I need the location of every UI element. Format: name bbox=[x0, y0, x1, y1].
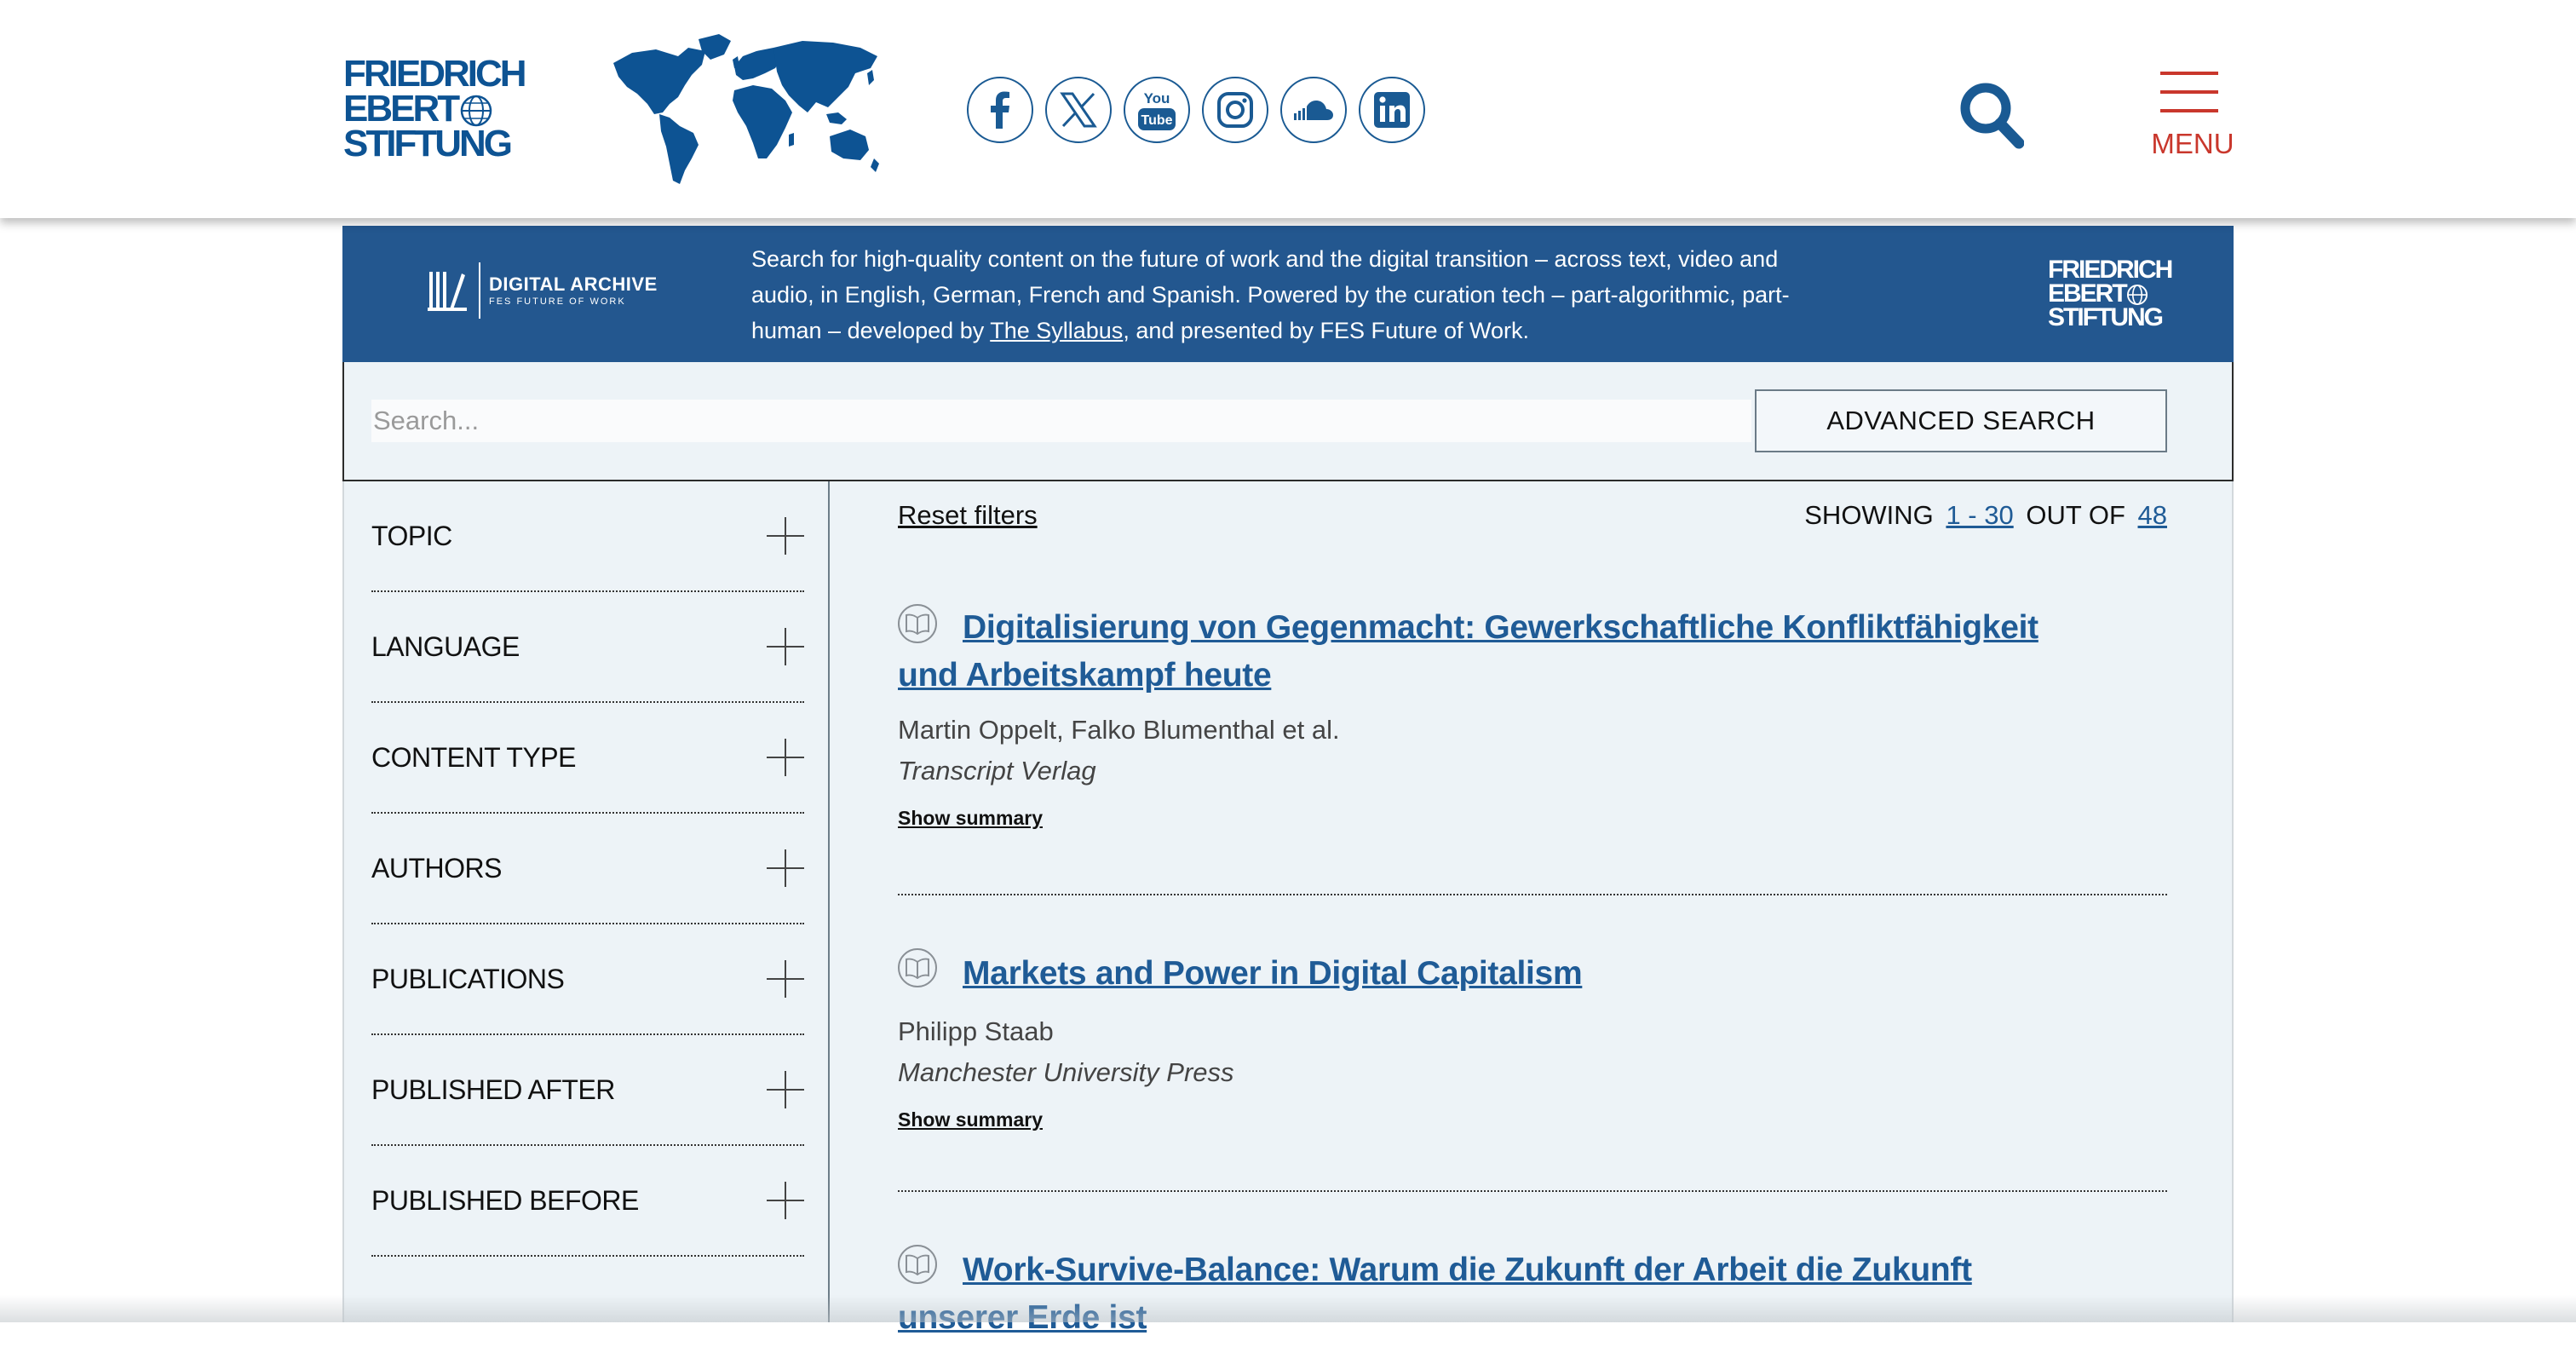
result-publisher: Manchester University Press bbox=[898, 1057, 1234, 1087]
search-input[interactable] bbox=[371, 400, 1751, 442]
world-map-icon[interactable] bbox=[607, 31, 883, 187]
facebook-icon[interactable] bbox=[967, 77, 1033, 143]
result-publisher: Transcript Verlag bbox=[898, 756, 1096, 786]
facet-label: CONTENT TYPE bbox=[371, 742, 576, 773]
filter-sidebar: TOPIC LANGUAGE CONTENT TYPE AUTHORS PUBL… bbox=[344, 481, 830, 1322]
youtube-icon[interactable]: You Tube bbox=[1124, 77, 1190, 143]
reset-filters-link[interactable]: Reset filters bbox=[898, 500, 1038, 531]
showing-label: SHOWING bbox=[1804, 500, 1934, 530]
soundcloud-icon[interactable] bbox=[1280, 77, 1347, 143]
youtube-text-top: You bbox=[1144, 90, 1170, 106]
results-range-link[interactable]: 1 - 30 bbox=[1946, 500, 2013, 530]
plus-icon[interactable] bbox=[767, 960, 804, 998]
result-authors: Martin Oppelt, Falko Blumenthal et al. bbox=[898, 715, 1340, 745]
site-header: FRIEDRICH EBERT STIFTUNG You Tube MENU bbox=[0, 0, 2576, 218]
facet-published-before[interactable]: PUBLISHED BEFORE bbox=[371, 1146, 804, 1257]
menu-label: MENU bbox=[2151, 128, 2234, 159]
search-icon[interactable] bbox=[1959, 82, 2025, 150]
result-title-link[interactable]: Markets and Power in Digital Capitalism bbox=[898, 950, 2039, 998]
digital-archive-logo[interactable]: DIGITAL ARCHIVE FES FUTURE OF WORK bbox=[428, 262, 658, 319]
result-title-link[interactable]: Digitalisierung von Gegenmacht: Gewerksc… bbox=[898, 604, 2039, 699]
plus-icon[interactable] bbox=[767, 517, 804, 555]
x-icon[interactable] bbox=[1045, 77, 1112, 143]
out-of-label: OUT OF bbox=[2026, 500, 2125, 530]
results-list: Reset filters SHOWING 1 - 30 OUT OF 48 D… bbox=[898, 481, 2167, 1336]
result-item: Digitalisierung von Gegenmacht: Gewerksc… bbox=[898, 604, 2167, 895]
archive-subtitle: FES FUTURE OF WORK bbox=[489, 296, 626, 307]
banner-logo-line-3: STIFTUNG bbox=[2048, 303, 2164, 332]
facet-topic[interactable]: TOPIC bbox=[371, 481, 804, 592]
facet-content-type[interactable]: CONTENT TYPE bbox=[371, 703, 804, 814]
banner-logo-line-1: FRIEDRICH bbox=[2048, 256, 2173, 284]
result-authors: Philipp Staab bbox=[898, 1016, 1054, 1046]
advanced-search-button[interactable]: ADVANCED SEARCH bbox=[1755, 389, 2167, 452]
facet-label: TOPIC bbox=[371, 521, 452, 551]
banner-fes-logo[interactable]: FRIEDRICH EBERT STIFTUNG bbox=[2048, 256, 2173, 332]
banner-text-after: , and presented by FES Future of Work. bbox=[1123, 318, 1530, 343]
fes-logo-line-3: STIFTUNG bbox=[343, 123, 513, 164]
search-bar: ADVANCED SEARCH bbox=[342, 362, 2234, 481]
facet-publications[interactable]: PUBLICATIONS bbox=[371, 924, 804, 1035]
plus-icon[interactable] bbox=[767, 1071, 804, 1108]
facet-authors[interactable]: AUTHORS bbox=[371, 814, 804, 924]
fes-logo-line-1: FRIEDRICH bbox=[343, 53, 527, 95]
facet-language[interactable]: LANGUAGE bbox=[371, 592, 804, 703]
facet-label: PUBLISHED BEFORE bbox=[371, 1185, 639, 1216]
social-links: You Tube bbox=[967, 77, 1425, 143]
menu-button[interactable]: MENU bbox=[2150, 72, 2235, 165]
show-summary-link[interactable]: Show summary bbox=[898, 807, 1043, 830]
archive-title: DIGITAL ARCHIVE bbox=[489, 273, 658, 295]
facet-label: PUBLISHED AFTER bbox=[371, 1074, 615, 1105]
archive-main: TOPIC LANGUAGE CONTENT TYPE AUTHORS PUBL… bbox=[342, 481, 2234, 1336]
plus-icon[interactable] bbox=[767, 628, 804, 665]
results-count: SHOWING 1 - 30 OUT OF 48 bbox=[1804, 500, 2167, 531]
plus-icon[interactable] bbox=[767, 739, 804, 776]
facet-published-after[interactable]: PUBLISHED AFTER bbox=[371, 1035, 804, 1146]
result-title-link[interactable]: Work-Survive-Balance: Warum die Zukunft … bbox=[898, 1246, 2039, 1342]
facet-label: AUTHORS bbox=[371, 853, 502, 884]
plus-icon[interactable] bbox=[767, 1182, 804, 1219]
library-books-icon bbox=[428, 272, 467, 311]
fes-logo[interactable]: FRIEDRICH EBERT STIFTUNG bbox=[343, 53, 527, 164]
results-total-link[interactable]: 48 bbox=[2138, 500, 2167, 530]
instagram-icon[interactable] bbox=[1202, 77, 1268, 143]
result-item: Markets and Power in Digital Capitalism … bbox=[898, 948, 2167, 1192]
linkedin-icon[interactable] bbox=[1359, 77, 1425, 143]
youtube-text-bottom: Tube bbox=[1141, 113, 1172, 128]
scroll-fade bbox=[0, 1295, 2576, 1322]
show-summary-link[interactable]: Show summary bbox=[898, 1108, 1043, 1131]
facet-label: LANGUAGE bbox=[371, 631, 520, 662]
facet-label: PUBLICATIONS bbox=[371, 964, 565, 994]
logo-divider bbox=[479, 262, 480, 319]
hamburger-icon bbox=[2160, 72, 2218, 128]
digital-archive-banner: DIGITAL ARCHIVE FES FUTURE OF WORK Searc… bbox=[342, 226, 2234, 362]
syllabus-link[interactable]: The Syllabus bbox=[990, 318, 1123, 343]
plus-icon[interactable] bbox=[767, 849, 804, 887]
banner-description: Search for high-quality content on the f… bbox=[751, 241, 1816, 348]
